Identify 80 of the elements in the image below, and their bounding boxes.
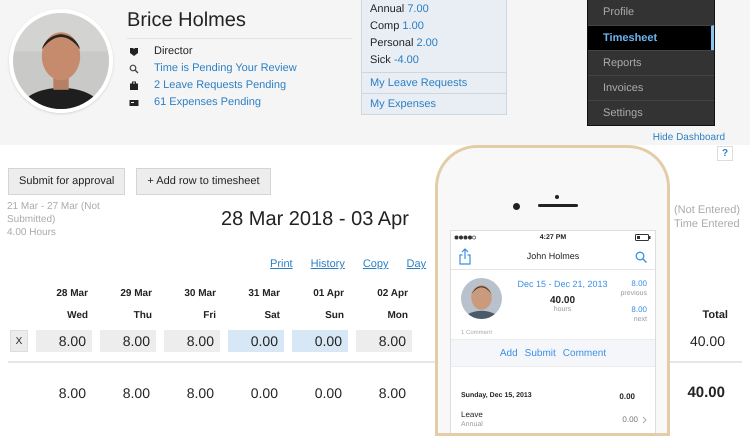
column-date: 31 Mar xyxy=(247,286,281,300)
pending-link[interactable]: Time is Pending Your Review xyxy=(154,60,297,77)
view-link[interactable]: History xyxy=(310,256,345,272)
sensor-icon xyxy=(555,195,559,199)
leave-balance: Comp 1.00 xyxy=(370,19,425,34)
phone-title: John Holmes xyxy=(526,250,580,264)
column-date: 30 Mar xyxy=(183,286,217,300)
toolbar-button[interactable]: Submit for approval xyxy=(8,168,126,195)
period-link[interactable]: Dec 15 - Dec 21, 2013 xyxy=(517,278,608,292)
leave-balance: Personal 2.00 xyxy=(370,36,439,51)
hours-field[interactable]: 8.00 xyxy=(356,330,412,352)
toolbar-button[interactable]: + Add row to timesheet xyxy=(136,168,271,195)
day-total: 8.00 xyxy=(58,384,87,402)
column-day: Thu xyxy=(100,308,156,322)
battery-icon xyxy=(635,234,651,241)
speaker-icon xyxy=(538,204,578,207)
help-button[interactable]: ? xyxy=(717,146,733,161)
menu-item[interactable]: Timesheet xyxy=(588,25,714,50)
column-date: 02 Apr xyxy=(376,286,409,300)
signal-icon xyxy=(454,235,476,240)
view-link[interactable]: Print xyxy=(270,256,293,272)
day-total: 0.00 xyxy=(314,384,343,402)
view-link[interactable]: Day xyxy=(406,256,426,272)
search-icon xyxy=(635,251,647,263)
action-link[interactable]: Submit xyxy=(524,346,556,360)
row-total: 40.00 xyxy=(690,332,725,350)
pending-link[interactable]: 2 Leave Requests Pending xyxy=(154,77,286,94)
briefcase-icon xyxy=(129,80,139,90)
pending-link[interactable]: 61 Expenses Pending xyxy=(154,94,262,111)
day-total: 8.00 xyxy=(378,384,407,402)
leave-link[interactable]: My Leave Requests xyxy=(362,72,506,93)
day-hours: 0.00 xyxy=(619,391,635,403)
period-title: 28 Mar 2018 - 03 Apr xyxy=(221,207,409,231)
day-total: 8.00 xyxy=(186,384,215,402)
menu-item[interactable]: Reports xyxy=(588,50,714,75)
entry-hours: 0.00 xyxy=(622,414,638,426)
hide-dashboard-link[interactable]: Hide Dashboard xyxy=(587,130,727,145)
phone-hours: 40.00 xyxy=(550,294,576,306)
menu-item[interactable]: Invoices xyxy=(588,75,714,100)
column-day: Fri xyxy=(164,308,220,322)
camera-icon xyxy=(513,203,520,210)
action-link[interactable]: Comment xyxy=(562,346,606,360)
day-total: 8.00 xyxy=(122,384,151,402)
column-date: 01 Apr xyxy=(312,286,345,300)
hours-field[interactable]: 8.00 xyxy=(100,330,156,352)
leave-balance: Sick -4.00 xyxy=(370,53,420,68)
action-link[interactable]: Add xyxy=(500,346,518,360)
status-text: (Not Entered) xyxy=(674,203,742,217)
leave-balance: Annual 7.00 xyxy=(370,2,430,17)
leave-link[interactable]: My Expenses xyxy=(362,93,506,114)
job-title: Director xyxy=(154,44,193,60)
view-link[interactable]: Copy xyxy=(362,256,389,272)
card-icon xyxy=(129,98,139,108)
hours-field[interactable]: 8.00 xyxy=(36,330,92,352)
day-total: 0.00 xyxy=(250,384,279,402)
previous-period-text: 4.00 Hours xyxy=(7,226,57,239)
column-day: Mon xyxy=(356,308,412,322)
previous-link[interactable]: 8.00 xyxy=(631,279,647,289)
chevron-icon xyxy=(642,416,647,424)
profile-name: Brice Holmes xyxy=(127,8,352,39)
hours-field[interactable]: 0.00 xyxy=(228,330,284,352)
column-date: 29 Mar xyxy=(119,286,153,300)
badge-icon xyxy=(129,46,139,56)
next-link[interactable]: 8.00 xyxy=(631,305,647,315)
previous-period-text: 21 Mar - 27 Mar (Not Submitted) xyxy=(7,200,101,226)
menu-item[interactable]: Settings xyxy=(588,100,714,125)
search-icon xyxy=(129,64,139,74)
hours-field[interactable]: 8.00 xyxy=(164,330,220,352)
grand-total: 40.00 xyxy=(687,382,725,403)
share-icon xyxy=(459,248,471,265)
status-text: Time Entered xyxy=(674,217,741,231)
remove-row-button[interactable]: X xyxy=(10,330,28,352)
hours-field[interactable]: 0.00 xyxy=(292,330,348,352)
total-header: Total xyxy=(702,308,728,323)
column-day: Sun xyxy=(292,308,348,322)
column-day: Sat xyxy=(228,308,284,322)
column-date: 28 Mar xyxy=(55,286,89,300)
entry-title: Leave xyxy=(461,410,483,420)
menu-item[interactable]: Profile xyxy=(588,0,714,25)
column-day: Wed xyxy=(36,308,92,322)
